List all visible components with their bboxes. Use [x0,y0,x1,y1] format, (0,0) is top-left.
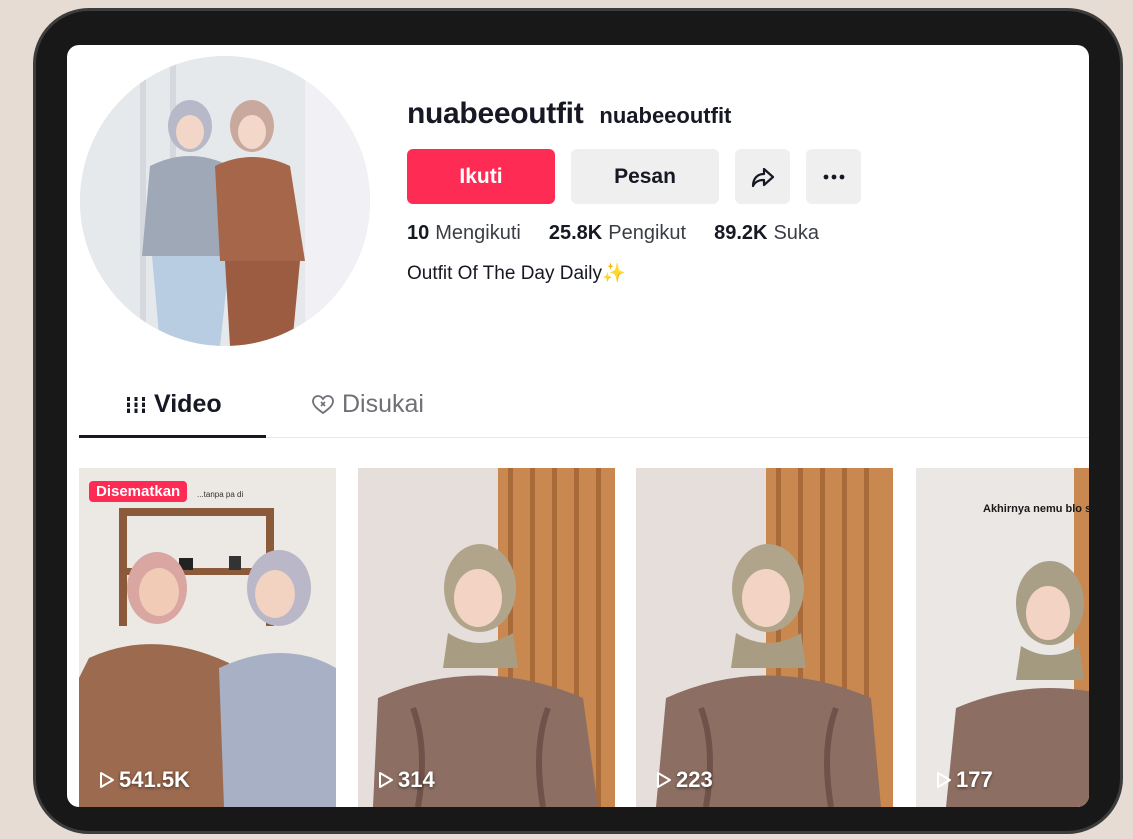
followers-label: Pengikut [608,222,687,244]
play-icon [378,771,394,789]
stats-row: 10 Mengikuti 25.8K Pengikut 89.2K Suka [407,222,861,245]
username-handle: nuabeeoutfit [599,103,732,128]
followers-stat[interactable]: 25.8K Pengikut [549,222,686,245]
video-thumbnail [358,468,615,807]
view-count: 541.5K [99,767,190,793]
avatar-photo [80,56,370,346]
video-thumbnail [916,468,1089,807]
grid-icon [126,396,146,414]
following-count: 10 [407,222,430,244]
likes-stat: 89.2K Suka [714,222,819,245]
following-label: Mengikuti [435,222,521,244]
video-card[interactable]: 314 [358,468,615,807]
video-caption: Akhirnya nemu blo secantik ini [983,503,1089,515]
video-card[interactable]: Akhirnya nemu blo secantik ini 177 [916,468,1089,807]
tab-liked[interactable]: Disukai [312,390,424,419]
bio-text: Outfit Of The Day Daily [407,263,602,284]
view-count: 314 [378,767,435,793]
video-thumbnail [79,468,336,807]
video-card[interactable]: 223 [636,468,893,807]
more-icon [822,174,846,180]
play-icon [656,771,672,789]
view-count-value: 541.5K [119,767,190,792]
tab-liked-label: Disukai [342,390,424,418]
follow-button[interactable]: Ikuti [407,149,555,204]
message-button[interactable]: Pesan [571,149,719,204]
followers-count: 25.8K [548,222,603,244]
name-row: nuabeeoutfit nuabeeoutfit [407,97,861,131]
play-icon [936,771,952,789]
profile-tabs: Video Disukai [79,375,1089,438]
tab-video[interactable]: Video [126,390,222,419]
active-tab-indicator [79,435,266,438]
pinned-badge: Disematkan [89,481,188,502]
tab-video-label: Video [154,390,222,418]
view-count: 223 [656,767,713,793]
view-count-value: 314 [398,767,435,792]
video-thumbnail [636,468,893,807]
view-count-value: 223 [676,767,713,792]
sparkle-emoji: ✨ [602,263,626,284]
share-button[interactable] [735,149,790,204]
profile-screen: nuabeeoutfit nuabeeoutfit Ikuti Pesan 10… [67,45,1089,807]
video-card[interactable]: Disematkan ...tanpa pa di 541.5K [79,468,336,807]
liked-heart-icon [312,394,334,415]
profile-info: nuabeeoutfit nuabeeoutfit Ikuti Pesan 10… [407,97,861,285]
more-options-button[interactable] [806,149,861,204]
profile-bio: Outfit Of The Day Daily✨ [407,261,861,285]
video-caption: ...tanpa pa di [197,490,244,499]
view-count: 177 [936,767,993,793]
share-icon [751,166,775,188]
play-icon [99,771,115,789]
video-grid: Disematkan ...tanpa pa di 541.5K 314 223… [79,468,1089,807]
likes-count: 89.2K [714,222,768,244]
action-row: Ikuti Pesan [407,149,861,204]
profile-avatar[interactable] [80,56,370,346]
display-name: nuabeeoutfit [407,97,584,130]
view-count-value: 177 [956,767,993,792]
likes-label: Suka [773,222,820,244]
following-stat[interactable]: 10 Mengikuti [407,222,521,245]
